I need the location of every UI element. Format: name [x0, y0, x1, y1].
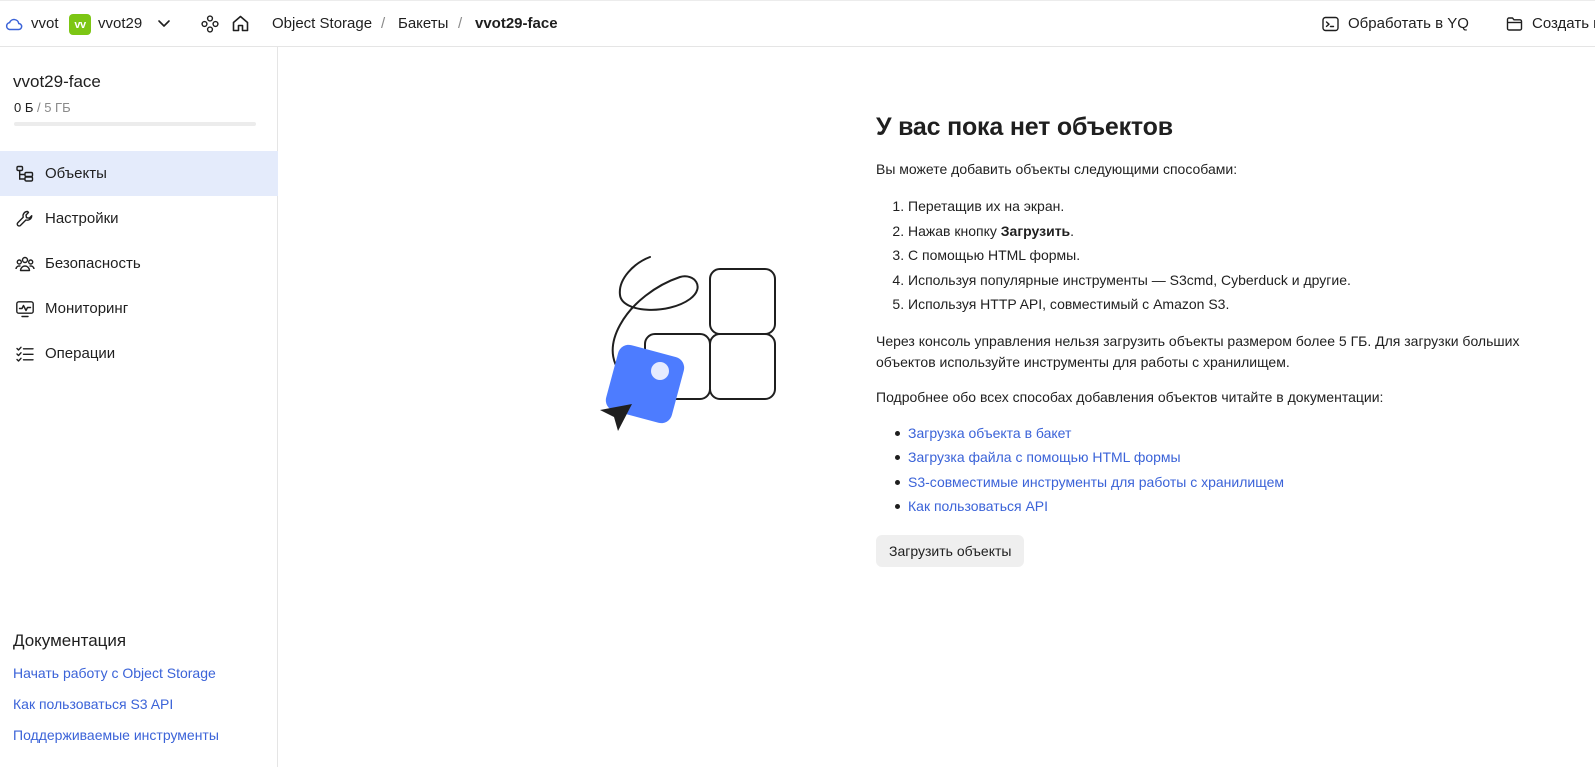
empty-state-illustration	[600, 256, 776, 431]
doc-link-s3-api[interactable]: Как пользоваться S3 API	[13, 696, 173, 712]
list-item: Как пользоваться API	[895, 494, 1576, 519]
sidebar-item-label: Операции	[45, 345, 116, 362]
sidebar-nav: Объекты Настройки Безопасность Мониторин…	[0, 151, 278, 376]
list-check-icon	[16, 346, 34, 362]
sidebar-item-operations[interactable]: Операции	[0, 331, 278, 376]
breadcrumb-separator: /	[381, 15, 386, 32]
sidebar-item-label: Безопасность	[45, 255, 141, 272]
terminal-icon	[1322, 16, 1339, 31]
doc-link-supported-tools[interactable]: Поддерживаемые инструменты	[13, 727, 219, 743]
list-item: S3-совместимые инструменты для работы с …	[895, 470, 1576, 495]
docs-title: Документация	[13, 631, 127, 650]
list-item: Перетащив их на экран.	[908, 194, 1576, 219]
usage-progress-bar	[14, 122, 256, 126]
list-item: Используя популярные инструменты — S3cmd…	[908, 268, 1576, 293]
empty-state-intro: Вы можете добавить объекты следующими сп…	[876, 161, 1238, 177]
list-item: Используя HTTP API, совместимый с Amazon…	[908, 292, 1576, 317]
sidebar-item-settings[interactable]: Настройки	[0, 196, 278, 241]
cloud-name[interactable]: vvot	[31, 15, 59, 32]
create-button[interactable]: Создать п	[1506, 15, 1595, 32]
usage-total: 5 ГБ	[44, 100, 71, 115]
services-icon[interactable]	[201, 15, 219, 33]
cloud-icon	[5, 18, 23, 31]
list-item: Нажав кнопку Загрузить.	[908, 219, 1576, 244]
sidebar-item-monitoring[interactable]: Мониторинг	[0, 286, 278, 331]
sidebar-item-label: Мониторинг	[45, 300, 129, 317]
top-bar: vvot vv vvot29 Object Storage / Бакеты /…	[0, 0, 1595, 47]
folder-icon	[1506, 16, 1523, 31]
usage-separator: /	[33, 100, 45, 115]
list-item: Загрузка файла с помощью HTML формы	[895, 445, 1576, 470]
breadcrumb-buckets[interactable]: Бакеты	[398, 15, 448, 32]
users-icon	[15, 256, 35, 271]
doc-link-getting-started[interactable]: Начать работу с Object Storage	[13, 665, 216, 681]
docs-links-list: Загрузка объекта в бакет Загрузка файла …	[876, 421, 1576, 519]
sidebar-item-objects[interactable]: Объекты	[0, 151, 278, 196]
breadcrumb-object-storage[interactable]: Object Storage	[272, 15, 372, 32]
objects-tree-icon	[16, 165, 34, 182]
size-limit-note: Через консоль управления нельзя загрузит…	[876, 332, 1520, 370]
sidebar-item-label: Объекты	[45, 165, 107, 182]
doc-link-html-form[interactable]: Загрузка файла с помощью HTML формы	[908, 449, 1181, 465]
bucket-name: vvot29-face	[13, 72, 101, 91]
usage-used: 0 Б	[14, 100, 34, 115]
sidebar: vvot29-face 0 Б / 5 ГБ Объекты Настройки	[0, 47, 278, 767]
docs-intro: Подробнее обо всех способах добавления о…	[876, 388, 1384, 405]
empty-state-content: У вас пока нет объектов Вы можете добави…	[876, 113, 1576, 567]
sidebar-item-label: Настройки	[45, 210, 119, 227]
create-label: Создать п	[1532, 15, 1595, 32]
list-item: Загрузка объекта в бакет	[895, 421, 1576, 446]
process-in-yq-button[interactable]: Обработать в YQ	[1322, 15, 1469, 32]
breadcrumb-current-bucket: vvot29-face	[475, 15, 558, 32]
process-in-yq-label: Обработать в YQ	[1348, 15, 1469, 32]
monitor-chart-icon	[16, 300, 34, 317]
upload-methods-list: Перетащив их на экран. Нажав кнопку Загр…	[876, 194, 1576, 317]
wrench-icon	[16, 210, 33, 227]
bucket-usage: 0 Б / 5 ГБ	[14, 100, 71, 115]
breadcrumb-separator: /	[458, 15, 463, 32]
empty-state-title: У вас пока нет объектов	[876, 113, 1173, 141]
folder-avatar: vv	[69, 14, 91, 35]
upload-objects-button[interactable]: Загрузить объекты	[876, 534, 1025, 567]
doc-link-s3-tools[interactable]: S3-совместимые инструменты для работы с …	[908, 474, 1284, 490]
home-icon[interactable]	[231, 14, 250, 33]
chevron-down-icon[interactable]	[156, 15, 172, 31]
list-item: С помощью HTML формы.	[908, 243, 1576, 268]
folder-name[interactable]: vvot29	[98, 15, 142, 32]
sidebar-item-security[interactable]: Безопасность	[0, 241, 278, 286]
doc-link-upload-object[interactable]: Загрузка объекта в бакет	[908, 425, 1071, 441]
doc-link-api[interactable]: Как пользоваться API	[908, 498, 1048, 514]
